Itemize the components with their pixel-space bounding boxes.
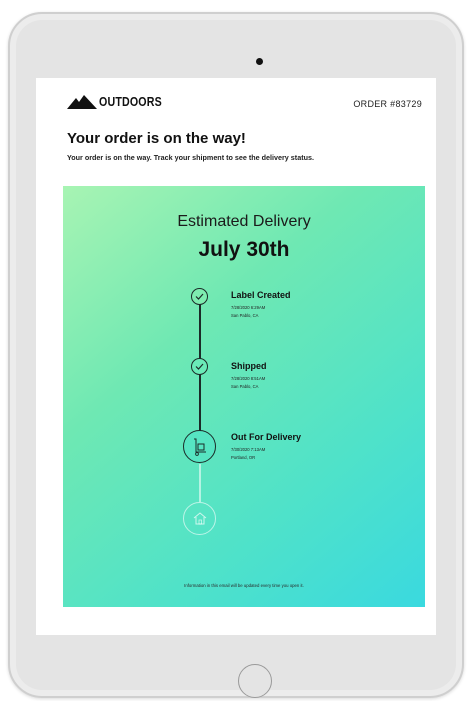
mountain-logo-icon	[67, 94, 97, 109]
step-shipped-place: San Pablo, CA	[231, 384, 259, 389]
step-shipped-title: Shipped	[231, 361, 267, 371]
step-out-for-delivery-title: Out For Delivery	[231, 432, 302, 442]
email-screen: OUTDOORS ORDER #83729 Your order is on t…	[36, 78, 436, 635]
step-delivered-house-icon	[183, 502, 216, 535]
step-out-for-delivery-time: 7/30/2020 7:13AM	[231, 447, 266, 452]
camera-dot	[256, 58, 263, 65]
step-label-created-time: 7/28/2020 6:29AM	[231, 305, 266, 310]
timeline-line-pending	[199, 464, 201, 502]
estimated-delivery-label: Estimated Delivery	[177, 213, 311, 230]
step-label-created-check-icon	[191, 288, 208, 305]
step-label-created-place: San Pablo, CA	[231, 313, 259, 318]
brand-name: OUTDOORS	[99, 94, 162, 109]
step-shipped-check-icon	[191, 358, 208, 375]
step-shipped-time: 7/28/2020 8:51AM	[231, 376, 266, 381]
step-label-created-title: Label Created	[231, 290, 291, 300]
step-out-for-delivery-hand-truck-icon	[183, 430, 216, 463]
tracking-panel: Estimated Delivery July 30th Label Creat…	[63, 186, 425, 607]
order-number: ORDER #83729	[353, 99, 422, 109]
footer-note: Information in this email will be update…	[184, 583, 304, 588]
step-out-for-delivery-place: Portland, OR	[231, 455, 256, 460]
estimated-delivery-date: July 30th	[198, 238, 290, 261]
home-button[interactable]	[238, 664, 272, 698]
brand: OUTDOORS	[67, 94, 176, 109]
page-subtitle: Your order is on the way. Track your shi…	[67, 153, 314, 162]
page-title: Your order is on the way!	[67, 130, 246, 147]
